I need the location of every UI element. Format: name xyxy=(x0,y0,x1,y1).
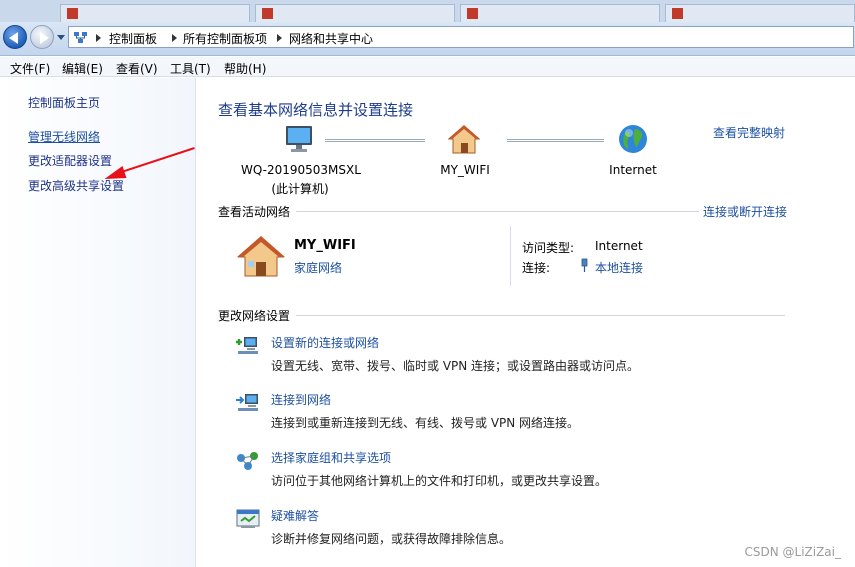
control-panel-home-link[interactable]: 控制面板主页 xyxy=(28,94,100,111)
csdn-watermark: CSDN @LiZiZai_ xyxy=(744,545,841,559)
network-node-label: MY_WIFI xyxy=(440,163,490,177)
connection-label: 连接: xyxy=(522,261,551,275)
view-full-map-link[interactable]: 查看完整映射 xyxy=(713,124,785,141)
address-bar-region: 控制面板 所有控制面板项 网络和共享中心 xyxy=(0,22,855,56)
change-settings-heading: 更改网络设置 xyxy=(218,309,291,323)
breadcrumb-separator-icon[interactable] xyxy=(96,34,101,42)
menu-bar: 文件(F) 编辑(E) 查看(V) 工具(T) 帮助(H) xyxy=(0,57,855,77)
connect-disconnect-link[interactable]: 连接或断开连接 xyxy=(703,203,787,220)
troubleshoot-icon xyxy=(236,509,260,528)
breadcrumb-control-panel[interactable]: 控制面板 xyxy=(109,30,157,47)
setup-connection-desc: 设置无线、宽带、拨号、临时或 VPN 连接；或设置路由器或访问点。 xyxy=(271,359,640,373)
connect-network-icon xyxy=(236,394,258,411)
setup-connection-link[interactable]: 设置新的连接或网络 xyxy=(271,334,379,351)
vertical-divider xyxy=(510,226,511,286)
network-link-line xyxy=(507,139,604,142)
internet-globe-icon xyxy=(619,125,647,153)
access-type-value: Internet xyxy=(595,239,643,253)
connect-network-desc: 连接到或重新连接到无线、有线、拨号或 VPN 网络连接。 xyxy=(271,416,580,430)
menu-tools[interactable]: 工具(T) xyxy=(170,60,211,77)
tab-favicon-icon xyxy=(67,8,78,19)
background-tab[interactable] xyxy=(60,4,250,22)
background-tab[interactable] xyxy=(460,4,660,22)
local-connection-link[interactable]: 本地连接 xyxy=(595,259,643,276)
homegroup-sharing-link[interactable]: 选择家庭组和共享选项 xyxy=(271,449,391,466)
computer-subtitle: (此计算机) xyxy=(271,182,329,196)
active-network-name: MY_WIFI xyxy=(294,238,356,253)
troubleshoot-desc: 诊断并修复网络问题，或获得故障排除信息。 xyxy=(271,532,512,546)
network-type-link[interactable]: 家庭网络 xyxy=(294,259,342,276)
menu-view[interactable]: 查看(V) xyxy=(116,60,158,77)
menu-help[interactable]: 帮助(H) xyxy=(224,60,266,77)
menu-file[interactable]: 文件(F) xyxy=(10,60,50,77)
new-connection-icon xyxy=(236,337,258,354)
main-content: 查看基本网络信息并设置连接 查看完整映射 WQ-20190503MSXL (此计… xyxy=(197,78,855,567)
troubleshoot-link[interactable]: 疑难解答 xyxy=(271,507,319,524)
page-title: 查看基本网络信息并设置连接 xyxy=(218,101,414,119)
homegroup-icon xyxy=(237,452,258,470)
breadcrumb-separator-icon[interactable] xyxy=(172,34,177,42)
ethernet-icon xyxy=(581,258,588,272)
background-tab[interactable] xyxy=(255,4,455,22)
tab-favicon-icon xyxy=(467,8,478,19)
network-center-icon xyxy=(74,32,87,43)
this-computer-node: WQ-20190503MSXL (此计算机) xyxy=(241,163,361,197)
breadcrumb-network-center[interactable]: 网络和共享中心 xyxy=(289,30,373,47)
breadcrumb-all-items[interactable]: 所有控制面板项 xyxy=(183,30,267,47)
internet-node-label: Internet xyxy=(609,163,657,177)
section-divider xyxy=(296,315,785,316)
tab-favicon-icon xyxy=(672,8,683,19)
section-divider xyxy=(296,211,699,212)
sidebar-item-manage-wireless[interactable]: 管理无线网络 xyxy=(28,128,100,145)
homegroup-sharing-desc: 访问位于其他网络计算机上的文件和打印机，或更改共享设置。 xyxy=(271,474,608,488)
active-networks-heading: 查看活动网络 xyxy=(218,205,291,219)
home-network-icon xyxy=(237,236,285,277)
network-link-line xyxy=(325,139,425,142)
address-input[interactable]: 控制面板 所有控制面板项 网络和共享中心 xyxy=(68,26,854,48)
computer-icon xyxy=(286,126,312,152)
tab-favicon-icon xyxy=(262,8,273,19)
forward-button[interactable] xyxy=(30,25,54,49)
computer-name: WQ-20190503MSXL xyxy=(241,163,361,177)
connect-network-link[interactable]: 连接到网络 xyxy=(271,391,331,408)
breadcrumb-separator-icon[interactable] xyxy=(277,34,282,42)
menu-edit[interactable]: 编辑(E) xyxy=(62,60,103,77)
home-network-icon xyxy=(447,125,481,154)
history-dropdown-icon[interactable] xyxy=(57,35,65,40)
browser-tab-strip xyxy=(0,0,855,22)
background-tab[interactable] xyxy=(665,4,855,22)
back-button[interactable] xyxy=(3,25,27,49)
annotation-arrow-icon xyxy=(104,147,195,179)
access-type-label: 访问类型: xyxy=(522,241,575,255)
